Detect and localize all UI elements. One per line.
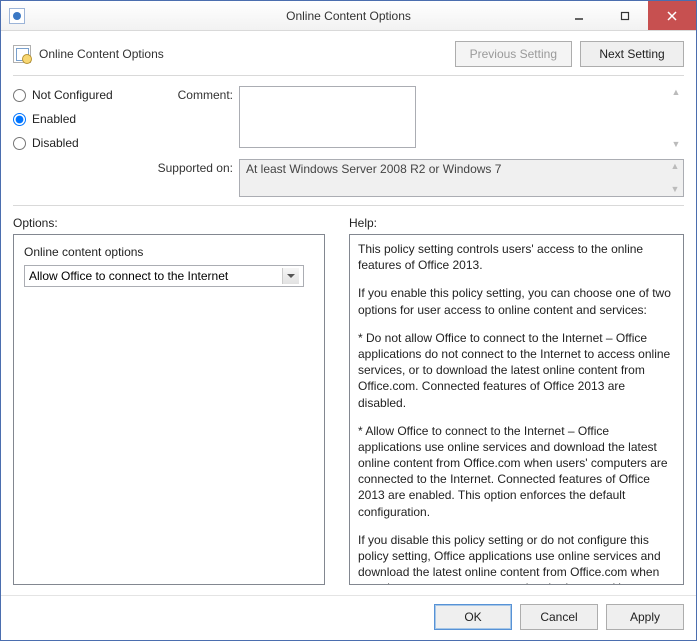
options-heading: Options:	[13, 216, 325, 230]
help-text: If you enable this policy setting, you c…	[358, 285, 675, 317]
cancel-button[interactable]: Cancel	[520, 604, 598, 630]
window-buttons	[556, 1, 696, 30]
page-title: Online Content Options	[39, 47, 164, 61]
options-combobox[interactable]: Allow Office to connect to the Internet	[24, 265, 304, 287]
options-group-label: Online content options	[24, 245, 314, 259]
radio-disabled[interactable]: Disabled	[13, 136, 153, 150]
minimize-icon	[574, 11, 584, 21]
help-text: * Do not allow Office to connect to the …	[358, 330, 675, 411]
state-radios: Not Configured Enabled Disabled	[13, 86, 153, 197]
fields: Comment: ▲▼ Supported on: At least Windo…	[153, 86, 684, 197]
options-combobox-value: Allow Office to connect to the Internet	[29, 269, 228, 283]
panels: Online content options Allow Office to c…	[1, 234, 696, 595]
section-labels: Options: Help:	[1, 206, 696, 234]
maximize-button[interactable]	[602, 1, 648, 30]
radio-disabled-label: Disabled	[32, 136, 79, 150]
help-text: This policy setting controls users' acce…	[358, 241, 675, 273]
close-icon	[667, 11, 677, 21]
help-text: If you disable this policy setting or do…	[358, 532, 675, 585]
supported-value-box: At least Windows Server 2008 R2 or Windo…	[239, 159, 684, 197]
options-panel: Online content options Allow Office to c…	[13, 234, 325, 585]
titlebar: Online Content Options	[1, 1, 696, 31]
supported-label: Supported on:	[153, 159, 233, 175]
help-panel[interactable]: This policy setting controls users' acce…	[349, 234, 684, 585]
supported-value: At least Windows Server 2008 R2 or Windo…	[246, 162, 501, 176]
next-setting-button[interactable]: Next Setting	[580, 41, 684, 67]
radio-enabled-input[interactable]	[13, 113, 26, 126]
apply-button[interactable]: Apply	[606, 604, 684, 630]
radio-enabled-label: Enabled	[32, 112, 76, 126]
radio-not-configured[interactable]: Not Configured	[13, 88, 153, 102]
footer: OK Cancel Apply	[1, 595, 696, 640]
close-button[interactable]	[648, 1, 696, 30]
maximize-icon	[620, 11, 630, 21]
radio-not-configured-input[interactable]	[13, 89, 26, 102]
app-icon	[9, 8, 25, 24]
comment-input[interactable]	[239, 86, 416, 148]
radio-enabled[interactable]: Enabled	[13, 112, 153, 126]
supported-row: Supported on: At least Windows Server 20…	[153, 159, 684, 197]
header-row: Online Content Options Previous Setting …	[1, 31, 696, 75]
help-text: * Allow Office to connect to the Interne…	[358, 423, 675, 520]
comment-label: Comment:	[153, 86, 233, 102]
radio-not-configured-label: Not Configured	[32, 88, 113, 102]
help-heading: Help:	[349, 216, 377, 230]
radio-disabled-input[interactable]	[13, 137, 26, 150]
comment-row: Comment: ▲▼	[153, 86, 684, 151]
config-row: Not Configured Enabled Disabled Comment:…	[1, 76, 696, 205]
chevron-down-icon	[282, 268, 299, 284]
ok-button[interactable]: OK	[434, 604, 512, 630]
minimize-button[interactable]	[556, 1, 602, 30]
policy-icon	[13, 45, 31, 63]
previous-setting-button[interactable]: Previous Setting	[455, 41, 572, 67]
